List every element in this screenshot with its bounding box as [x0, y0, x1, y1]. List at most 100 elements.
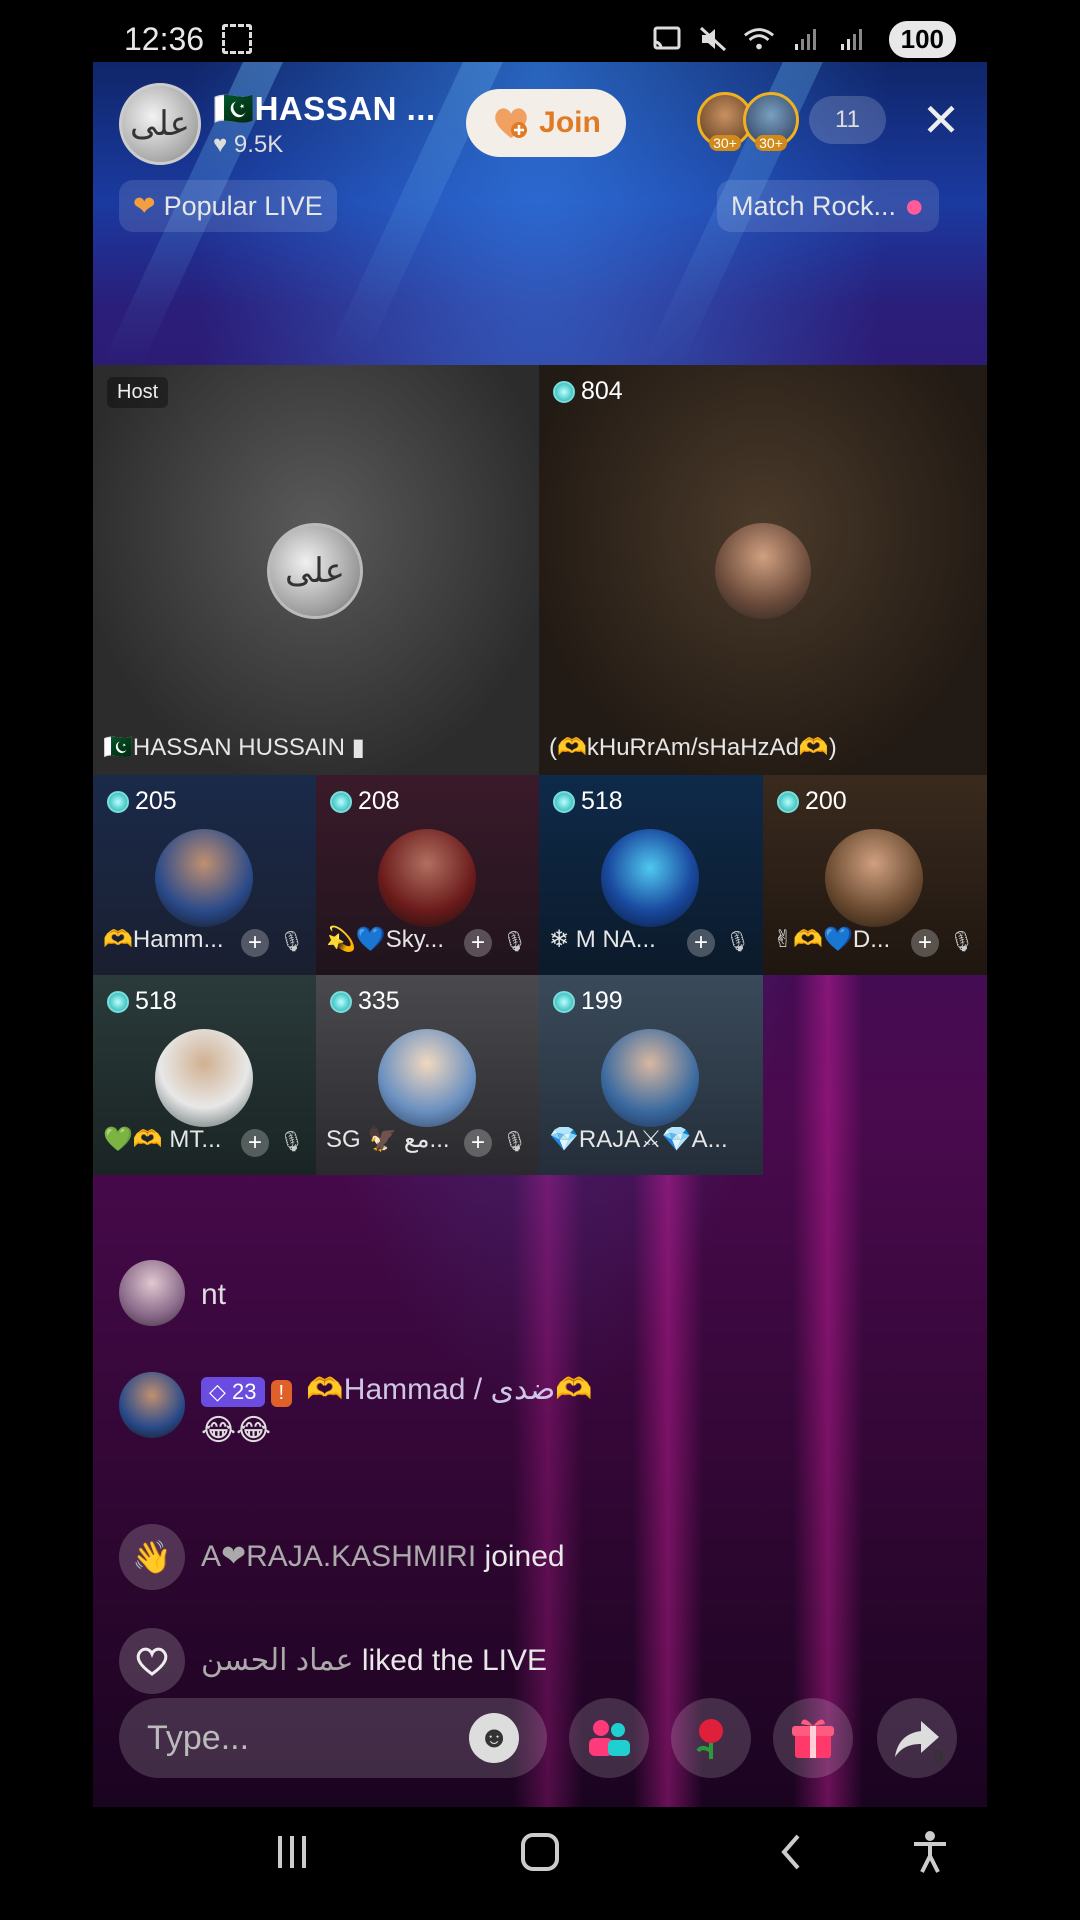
comment-placeholder: Type... — [147, 1718, 250, 1757]
liker-username[interactable]: عماد الحسن — [201, 1644, 354, 1677]
chat-message: nt — [119, 1260, 226, 1326]
chat-avatar[interactable] — [119, 1260, 185, 1326]
mute-icon — [697, 25, 729, 53]
guest-name: 💎RAJA⚔💎A... — [549, 1126, 728, 1153]
system-nav-bar — [0, 1810, 1080, 1920]
viewer-count[interactable]: 11 — [809, 96, 886, 144]
add-icon[interactable]: + — [687, 929, 715, 957]
guest-tile-main[interactable]: 804 (🫶kHuRrAm/sHaHzAd🫶) — [539, 365, 987, 775]
gem-icon — [777, 790, 799, 813]
host-tile-name: 🇵🇰HASSAN HUSSAIN ▮ — [103, 734, 365, 761]
chat-message: ◇ 23! 🫶Hammad / ضدى🫶 😂😂 — [119, 1372, 593, 1448]
chat-avatar[interactable] — [119, 1372, 185, 1438]
add-icon[interactable]: + — [241, 929, 269, 957]
add-icon[interactable]: + — [464, 1129, 492, 1157]
host-likes: ♥ 9.5K — [213, 130, 284, 158]
guest-avatar — [155, 1029, 253, 1127]
mic-muted-icon: 🎙 — [949, 931, 975, 953]
chat-text: 😂😂 — [201, 1414, 272, 1447]
broken-heart-icon: ❤ — [133, 190, 156, 221]
guest-name: SG 🦅 مع... — [326, 1126, 450, 1153]
guest-tile[interactable]: 335 SG 🦅 مع... + 🎙 — [316, 975, 539, 1175]
close-button[interactable]: ✕ — [921, 97, 961, 143]
level-badge: ◇ 23 — [201, 1377, 265, 1407]
balloon-icon: ● — [904, 186, 925, 225]
chat-text: nt — [201, 1278, 227, 1311]
join-notice: 👋 A❤RAJA.KASHMIRI joined — [119, 1524, 565, 1590]
mic-muted-icon: 🎙 — [502, 931, 528, 953]
guest-tile[interactable]: 518 ❄ M NA... + 🎙 — [539, 775, 763, 975]
recent-apps-icon[interactable] — [272, 1832, 312, 1883]
multi-guest-button[interactable] — [569, 1698, 649, 1778]
guest-name: (🫶kHuRrAm/sHaHzAd🫶) — [549, 734, 837, 761]
guest-name: 🫶Hamm... — [103, 926, 224, 953]
joined-username[interactable]: A❤RAJA.KASHMIRI — [201, 1540, 476, 1573]
back-icon[interactable] — [776, 1832, 806, 1883]
share-button[interactable]: 9 — [877, 1698, 957, 1778]
host-tag: Host — [107, 377, 169, 408]
guest-avatar — [378, 829, 476, 927]
guest-avatar — [715, 523, 811, 619]
join-button[interactable]: Join — [466, 89, 626, 157]
join-label: Join — [539, 106, 601, 139]
add-icon[interactable]: + — [464, 929, 492, 957]
guest-avatar — [378, 1029, 476, 1127]
gem-icon — [553, 990, 575, 1013]
rose-icon — [696, 1719, 723, 1759]
wifi-icon — [743, 25, 775, 53]
host-tile-avatar: علی — [267, 523, 363, 619]
gift-button[interactable] — [773, 1698, 853, 1778]
guests-icon — [589, 1720, 630, 1756]
accessibility-icon[interactable] — [910, 1830, 950, 1885]
viewer-avatar[interactable]: 30+ — [743, 92, 799, 151]
home-icon[interactable] — [520, 1832, 560, 1883]
comment-input[interactable]: Type... ☻ — [119, 1698, 547, 1778]
gem-icon — [330, 990, 352, 1013]
guest-tile[interactable]: 200 ✌🫶💙D... + 🎙 — [763, 775, 987, 975]
host-name: 🇵🇰HASSAN ... — [213, 89, 436, 127]
emoji-icon[interactable]: ☻ — [469, 1713, 519, 1763]
heart-outline-icon — [119, 1628, 185, 1694]
gem-icon — [330, 790, 352, 813]
guest-avatar — [155, 829, 253, 927]
guest-avatar — [601, 829, 699, 927]
signal-icon-1 — [789, 25, 821, 53]
guest-tile[interactable]: 205 🫶Hamm... + 🎙 — [93, 775, 316, 975]
guest-name: ✌🫶💙D... — [773, 926, 891, 953]
mic-muted-icon: 🎙 — [502, 1131, 528, 1153]
rose-gift-button[interactable] — [671, 1698, 751, 1778]
mic-muted-icon: 🎙 — [279, 931, 305, 953]
curtain-light — [793, 962, 863, 1807]
heart-plus-icon — [491, 106, 531, 140]
host-profile[interactable]: علی 🇵🇰HASSAN ... ♥ 9.5K — [119, 82, 436, 166]
share-count: 9 — [932, 1747, 943, 1767]
host-tile[interactable]: Host علی 🇵🇰HASSAN HUSSAIN ▮ — [93, 365, 539, 775]
gem-icon — [553, 790, 575, 813]
chat-username[interactable]: 🫶Hammad / ضدى🫶 — [306, 1373, 592, 1406]
gem-count: 804 — [553, 377, 623, 406]
match-rock-chip[interactable]: Match Rock... ● — [717, 180, 939, 232]
host-avatar[interactable]: علی — [119, 83, 201, 165]
gem-icon — [107, 790, 129, 813]
add-icon[interactable]: + — [241, 1129, 269, 1157]
mic-muted-icon: 🎙 — [725, 931, 751, 953]
guest-name: ❄ M NA... — [549, 926, 656, 953]
like-notice: عماد الحسن liked the LIVE — [119, 1628, 547, 1694]
guest-name: 💫💙Sky... — [326, 926, 444, 953]
guest-name: 💚🫶 MT... — [103, 1126, 222, 1153]
gem-icon — [107, 990, 129, 1013]
top-viewers[interactable]: 30+ 30+ 11 — [697, 92, 886, 151]
popular-live-chip[interactable]: ❤ Popular LIVE — [119, 180, 337, 232]
liked-label: liked the LIVE — [361, 1644, 547, 1677]
status-time: 12:36 — [124, 20, 205, 57]
add-icon[interactable]: + — [911, 929, 939, 957]
guest-avatar — [601, 1029, 699, 1127]
cast-icon — [651, 25, 683, 53]
mic-muted-icon: 🎙 — [279, 1131, 305, 1153]
wave-hand-icon: 👋 — [119, 1524, 185, 1590]
guest-tile[interactable]: 208 💫💙Sky... + 🎙 — [316, 775, 539, 975]
guest-tile[interactable]: 199 💎RAJA⚔💎A... — [539, 975, 763, 1175]
gem-icon — [553, 380, 575, 403]
fan-badge: ! — [270, 1380, 293, 1407]
guest-tile[interactable]: 518 💚🫶 MT... + 🎙 — [93, 975, 316, 1175]
